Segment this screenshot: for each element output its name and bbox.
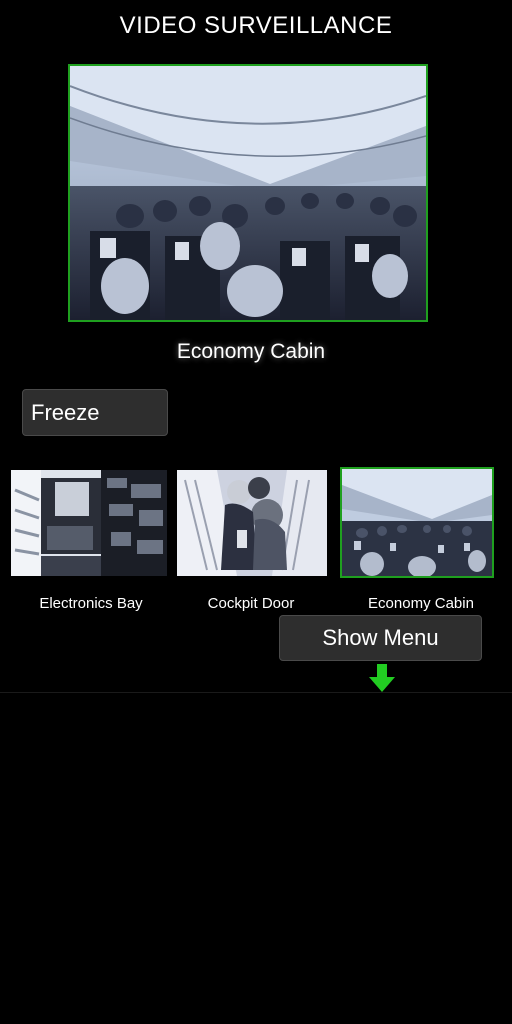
surveillance-screen: VIDEO SURVEILLANCE Economy Cabin Freeze … bbox=[0, 0, 512, 1024]
electronics-bay-feed-image bbox=[11, 470, 167, 576]
page-title: VIDEO SURVEILLANCE bbox=[119, 12, 393, 39]
camera-label-electronics-bay: Electronics Bay bbox=[39, 595, 143, 612]
show-menu-button[interactable]: Show Menu bbox=[279, 615, 482, 661]
main-feed-caption: Economy Cabin bbox=[176, 340, 326, 363]
camera-label-cockpit-door: Cockpit Door bbox=[207, 595, 295, 612]
divider bbox=[0, 692, 512, 693]
economy-cabin-thumb-image bbox=[342, 469, 492, 576]
camera-thumb-cockpit-door[interactable] bbox=[177, 470, 327, 576]
camera-label-economy-cabin: Economy Cabin bbox=[368, 595, 474, 612]
economy-cabin-feed-image bbox=[70, 66, 426, 320]
arrow-down-icon[interactable] bbox=[369, 664, 395, 692]
cockpit-door-feed-image bbox=[177, 470, 327, 576]
camera-thumb-economy-cabin[interactable] bbox=[340, 467, 494, 578]
camera-thumb-electronics-bay[interactable] bbox=[11, 470, 167, 576]
freeze-button[interactable]: Freeze bbox=[22, 389, 168, 436]
main-video-feed bbox=[68, 64, 428, 322]
